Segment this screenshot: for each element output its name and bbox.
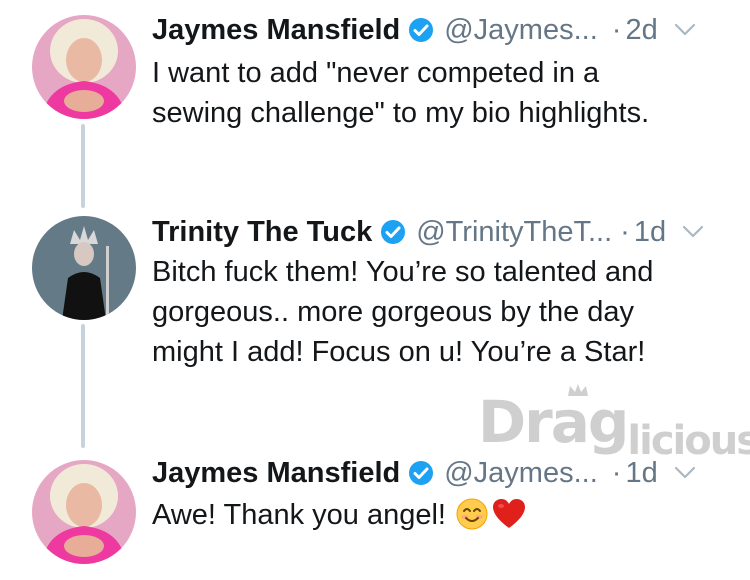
tweet-text: I want to add "never competed in a sewin… xyxy=(152,53,722,133)
verified-badge-icon xyxy=(408,17,434,43)
tweet-text: Awe! Thank you angel! xyxy=(152,495,722,541)
timestamp[interactable]: 2d xyxy=(625,14,657,47)
watermark-text: Drag xyxy=(478,388,629,456)
tweet-text-line: sewing challenge" to my bio highlights. xyxy=(152,97,650,129)
timestamp[interactable]: 1d xyxy=(625,457,657,490)
username-handle[interactable]: @TrinityTheT... xyxy=(416,216,612,249)
smiling-face-emoji xyxy=(456,498,488,541)
thread-line xyxy=(81,324,85,448)
chevron-down-icon[interactable] xyxy=(674,23,696,37)
tweet-header: Jaymes Mansfield @Jaymes... · 2d xyxy=(152,12,696,48)
separator-dot: · xyxy=(611,13,622,46)
display-name[interactable]: Jaymes Mansfield xyxy=(152,457,400,490)
tweet-text-line: might I add! Focus on u! You’re a Star! xyxy=(152,336,646,368)
tweet-header: Jaymes Mansfield @Jaymes... · 1d xyxy=(152,455,696,491)
chevron-down-icon[interactable] xyxy=(682,225,704,239)
verified-badge-icon xyxy=(380,219,406,245)
username-handle[interactable]: @Jaymes... xyxy=(444,457,598,490)
tweet-text: Bitch fuck them! You’re so talented and … xyxy=(152,252,722,372)
red-heart-emoji xyxy=(492,498,526,541)
username-handle[interactable]: @Jaymes... xyxy=(444,14,598,47)
chevron-down-icon[interactable] xyxy=(674,466,696,480)
avatar[interactable] xyxy=(32,216,136,320)
tweet-text-line: Awe! Thank you angel! xyxy=(152,495,722,541)
display-name[interactable]: Jaymes Mansfield xyxy=(152,14,400,47)
tweet-text-line: I want to add "never competed in a xyxy=(152,57,600,89)
watermark-logo: Draglicious xyxy=(478,382,750,464)
tweet-thread: Jaymes Mansfield @Jaymes... · 2d I want … xyxy=(0,0,750,580)
avatar[interactable] xyxy=(32,460,136,564)
tweet-text-line: gorgeous.. more gorgeous by the day xyxy=(152,296,635,328)
display-name[interactable]: Trinity The Tuck xyxy=(152,216,372,249)
separator-dot: · xyxy=(611,456,622,489)
verified-badge-icon xyxy=(408,460,434,486)
tweet-text-line: Bitch fuck them! You’re so talented and xyxy=(152,256,654,288)
tweet-header: Trinity The Tuck @TrinityTheT... · 1d xyxy=(152,214,704,250)
timestamp[interactable]: 1d xyxy=(634,216,666,249)
avatar[interactable] xyxy=(32,15,136,119)
thread-line xyxy=(81,124,85,208)
separator-dot: · xyxy=(620,215,630,248)
tweet-text-content: Awe! Thank you angel! xyxy=(152,499,446,531)
